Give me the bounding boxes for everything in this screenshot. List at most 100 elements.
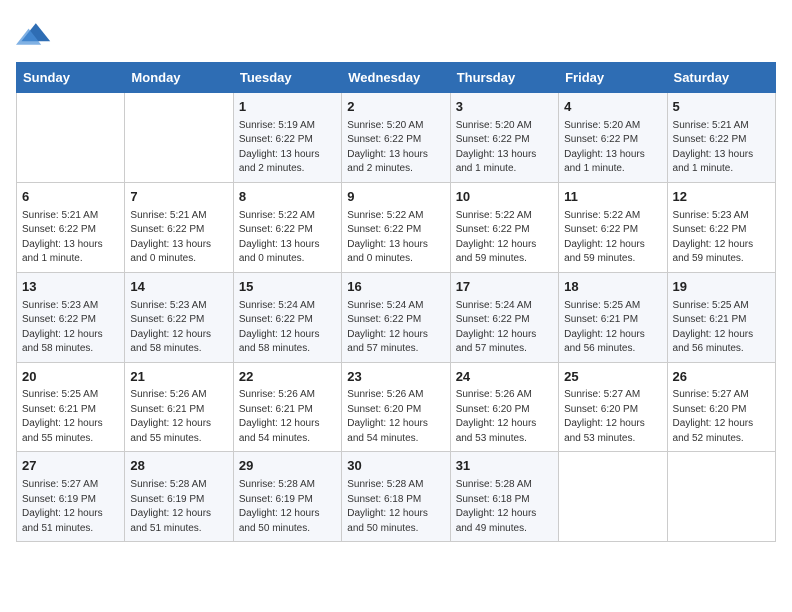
calendar-cell: 15 Sunrise: 5:24 AM Sunset: 6:22 PM Dayli…: [233, 272, 341, 362]
calendar-cell: 1 Sunrise: 5:19 AM Sunset: 6:22 PM Daylig…: [233, 93, 341, 183]
calendar-cell: 22Sunrise: 5:26 AM Sunset: 6:21 PM Dayli…: [233, 362, 341, 452]
day-detail: Sunrise: 5:23 AM Sunset: 6:22 PM Dayligh…: [130, 299, 227, 357]
calendar-cell: 11 Sunrise: 5:22 AM Sunset: 6:22 PM Dayli…: [559, 182, 667, 272]
weekday-header: Monday: [125, 63, 233, 93]
calendar-cell: 25Sunrise: 5:27 AM Sunset: 6:20 PM Dayli…: [559, 362, 667, 452]
day-number: 30: [347, 457, 444, 476]
day-detail: Sunrise: 5:25 AM Sunset: 6:21 PM Dayligh…: [564, 299, 661, 357]
calendar-cell: 31Sunrise: 5:28 AM Sunset: 6:18 PM Dayli…: [450, 452, 558, 542]
calendar-cell: 9Sunrise: 5:22 AM Sunset: 6:22 PM Daylig…: [342, 182, 450, 272]
day-detail: Sunrise: 5:26 AM Sunset: 6:20 PM Dayligh…: [456, 388, 553, 446]
day-number: 18: [564, 278, 661, 297]
day-detail: Sunrise: 5:28 AM Sunset: 6:19 PM Dayligh…: [239, 478, 336, 536]
weekday-header: Wednesday: [342, 63, 450, 93]
logo: [16, 16, 54, 52]
day-number: 19: [673, 278, 770, 297]
day-number: 17: [456, 278, 553, 297]
weekday-header: Thursday: [450, 63, 558, 93]
weekday-header: Saturday: [667, 63, 775, 93]
calendar-cell: 29 Sunrise: 5:28 AM Sunset: 6:19 PM Dayli…: [233, 452, 341, 542]
day-detail: Sunrise: 5:21 AM Sunset: 6:22 PM Dayligh…: [130, 209, 227, 267]
day-detail: Sunrise: 5:28 AM Sunset: 6:18 PM Dayligh…: [347, 478, 444, 536]
day-number: 8: [239, 188, 336, 207]
day-detail: Sunrise: 5:22 AM Sunset: 6:22 PM Dayligh…: [239, 209, 336, 267]
calendar-cell: 26Sunrise: 5:27 AM Sunset: 6:20 PM Dayli…: [667, 362, 775, 452]
calendar-cell: 3 Sunrise: 5:20 AM Sunset: 6:22 PM Daylig…: [450, 93, 558, 183]
day-detail: Sunrise: 5:27 AM Sunset: 6:19 PM Dayligh…: [22, 478, 119, 536]
calendar-cell: 24Sunrise: 5:26 AM Sunset: 6:20 PM Dayli…: [450, 362, 558, 452]
day-detail: Sunrise: 5:26 AM Sunset: 6:21 PM Dayligh…: [130, 388, 227, 446]
calendar-table: SundayMondayTuesdayWednesdayThursdayFrid…: [16, 62, 776, 542]
day-number: 12: [673, 188, 770, 207]
day-detail: Sunrise: 5:23 AM Sunset: 6:22 PM Dayligh…: [22, 299, 119, 357]
day-number: 29: [239, 457, 336, 476]
day-number: 7: [130, 188, 227, 207]
calendar-cell: 17Sunrise: 5:24 AM Sunset: 6:22 PM Dayli…: [450, 272, 558, 362]
day-number: 10: [456, 188, 553, 207]
calendar-cell: 4 Sunrise: 5:20 AM Sunset: 6:22 PM Daylig…: [559, 93, 667, 183]
day-detail: Sunrise: 5:20 AM Sunset: 6:22 PM Dayligh…: [564, 119, 661, 177]
calendar-cell: 13 Sunrise: 5:23 AM Sunset: 6:22 PM Dayli…: [17, 272, 125, 362]
weekday-header: Sunday: [17, 63, 125, 93]
day-number: 20: [22, 368, 119, 387]
day-detail: Sunrise: 5:27 AM Sunset: 6:20 PM Dayligh…: [564, 388, 661, 446]
day-detail: Sunrise: 5:23 AM Sunset: 6:22 PM Dayligh…: [673, 209, 770, 267]
calendar-cell: 7 Sunrise: 5:21 AM Sunset: 6:22 PM Daylig…: [125, 182, 233, 272]
calendar-week-row: 1 Sunrise: 5:19 AM Sunset: 6:22 PM Daylig…: [17, 93, 776, 183]
calendar-cell: 14 Sunrise: 5:23 AM Sunset: 6:22 PM Dayli…: [125, 272, 233, 362]
day-number: 2: [347, 98, 444, 117]
day-detail: Sunrise: 5:28 AM Sunset: 6:19 PM Dayligh…: [130, 478, 227, 536]
day-detail: Sunrise: 5:24 AM Sunset: 6:22 PM Dayligh…: [347, 299, 444, 357]
calendar-cell: 28 Sunrise: 5:28 AM Sunset: 6:19 PM Dayli…: [125, 452, 233, 542]
day-number: 6: [22, 188, 119, 207]
calendar-cell: 6 Sunrise: 5:21 AM Sunset: 6:22 PM Daylig…: [17, 182, 125, 272]
day-number: 27: [22, 457, 119, 476]
calendar-cell: [17, 93, 125, 183]
day-number: 16: [347, 278, 444, 297]
calendar-cell: 2 Sunrise: 5:20 AM Sunset: 6:22 PM Daylig…: [342, 93, 450, 183]
day-number: 24: [456, 368, 553, 387]
day-detail: Sunrise: 5:19 AM Sunset: 6:22 PM Dayligh…: [239, 119, 336, 177]
calendar-cell: 5 Sunrise: 5:21 AM Sunset: 6:22 PM Daylig…: [667, 93, 775, 183]
day-detail: Sunrise: 5:22 AM Sunset: 6:22 PM Dayligh…: [564, 209, 661, 267]
calendar-cell: 16 Sunrise: 5:24 AM Sunset: 6:22 PM Dayli…: [342, 272, 450, 362]
day-number: 25: [564, 368, 661, 387]
day-number: 4: [564, 98, 661, 117]
day-detail: Sunrise: 5:21 AM Sunset: 6:22 PM Dayligh…: [673, 119, 770, 177]
calendar-cell: 10Sunrise: 5:22 AM Sunset: 6:22 PM Dayli…: [450, 182, 558, 272]
day-detail: Sunrise: 5:24 AM Sunset: 6:22 PM Dayligh…: [239, 299, 336, 357]
day-detail: Sunrise: 5:21 AM Sunset: 6:22 PM Dayligh…: [22, 209, 119, 267]
calendar-week-row: 20Sunrise: 5:25 AM Sunset: 6:21 PM Dayli…: [17, 362, 776, 452]
calendar-cell: 27 Sunrise: 5:27 AM Sunset: 6:19 PM Dayli…: [17, 452, 125, 542]
day-number: 1: [239, 98, 336, 117]
calendar-cell: 19Sunrise: 5:25 AM Sunset: 6:21 PM Dayli…: [667, 272, 775, 362]
day-number: 13: [22, 278, 119, 297]
calendar-cell: [667, 452, 775, 542]
day-detail: Sunrise: 5:20 AM Sunset: 6:22 PM Dayligh…: [456, 119, 553, 177]
calendar-cell: 12 Sunrise: 5:23 AM Sunset: 6:22 PM Dayli…: [667, 182, 775, 272]
weekday-header: Friday: [559, 63, 667, 93]
day-number: 11: [564, 188, 661, 207]
day-number: 3: [456, 98, 553, 117]
day-detail: Sunrise: 5:25 AM Sunset: 6:21 PM Dayligh…: [22, 388, 119, 446]
calendar-cell: [559, 452, 667, 542]
calendar-week-row: 13 Sunrise: 5:23 AM Sunset: 6:22 PM Dayli…: [17, 272, 776, 362]
day-number: 15: [239, 278, 336, 297]
day-detail: Sunrise: 5:20 AM Sunset: 6:22 PM Dayligh…: [347, 119, 444, 177]
logo-icon: [16, 16, 52, 52]
calendar-cell: [125, 93, 233, 183]
day-detail: Sunrise: 5:27 AM Sunset: 6:20 PM Dayligh…: [673, 388, 770, 446]
day-number: 14: [130, 278, 227, 297]
day-number: 26: [673, 368, 770, 387]
weekday-header-row: SundayMondayTuesdayWednesdayThursdayFrid…: [17, 63, 776, 93]
day-detail: Sunrise: 5:26 AM Sunset: 6:21 PM Dayligh…: [239, 388, 336, 446]
calendar-cell: 21Sunrise: 5:26 AM Sunset: 6:21 PM Dayli…: [125, 362, 233, 452]
calendar-week-row: 6 Sunrise: 5:21 AM Sunset: 6:22 PM Daylig…: [17, 182, 776, 272]
day-number: 31: [456, 457, 553, 476]
day-number: 28: [130, 457, 227, 476]
day-number: 5: [673, 98, 770, 117]
calendar-cell: 20Sunrise: 5:25 AM Sunset: 6:21 PM Dayli…: [17, 362, 125, 452]
day-number: 21: [130, 368, 227, 387]
day-number: 23: [347, 368, 444, 387]
calendar-cell: 8 Sunrise: 5:22 AM Sunset: 6:22 PM Daylig…: [233, 182, 341, 272]
